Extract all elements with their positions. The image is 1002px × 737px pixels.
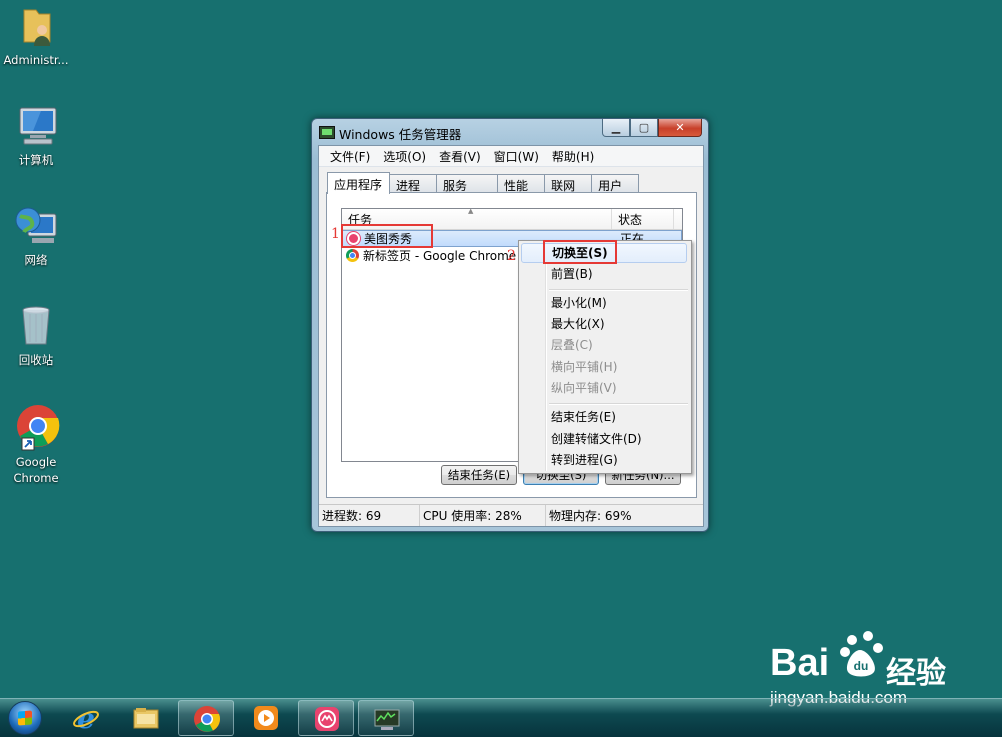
task-manager-icon xyxy=(374,709,400,730)
status-cpu: CPU 使用率: 28% xyxy=(420,505,546,526)
status-memory: 物理内存: 69% xyxy=(549,509,632,523)
desktop-icon-label: 计算机 xyxy=(18,153,54,167)
start-orb-icon xyxy=(8,701,42,735)
highlight-box-switch-to xyxy=(543,240,617,264)
menu-help[interactable]: 帮助(H) xyxy=(546,148,601,165)
task-manager-icon xyxy=(319,126,335,139)
minimize-button[interactable]: ▁ xyxy=(602,119,630,137)
minimize-icon: ▁ xyxy=(611,121,621,134)
menu-item-tile-vertically: 纵向平铺(V) xyxy=(551,381,617,395)
svg-text:e: e xyxy=(77,704,95,732)
menu-item-bring-to-front[interactable]: 前置(B) xyxy=(521,264,687,284)
desktop-icon-label: Google xyxy=(15,455,57,469)
context-menu: 切换至(S) 前置(B) 最小化(M) 最大化(X) 层叠(C) 横向平铺(H)… xyxy=(518,240,692,474)
baidu-brand: Bai xyxy=(770,642,830,684)
taskbar-item-meitu[interactable] xyxy=(298,700,354,736)
maximize-button[interactable]: ▢ xyxy=(630,119,658,137)
desktop-icon-network[interactable]: 网络 xyxy=(0,202,72,268)
tab-applications[interactable]: 应用程序 xyxy=(327,172,391,194)
svg-text:du: du xyxy=(854,659,869,673)
desktop-icon-computer[interactable]: 计算机 xyxy=(0,102,72,168)
close-button[interactable]: ✕ xyxy=(658,119,702,137)
tab-services[interactable]: 服务 xyxy=(436,174,499,193)
highlight-box-task xyxy=(341,224,433,248)
taskbar-item-chrome[interactable] xyxy=(178,700,234,736)
menu-item-minimize[interactable]: 最小化(M) xyxy=(521,293,687,313)
chrome-icon xyxy=(12,404,60,452)
taskbar-item-task-manager[interactable] xyxy=(358,700,414,736)
column-header-status[interactable]: 状态 xyxy=(612,209,674,229)
internet-explorer-icon: e xyxy=(73,704,99,732)
recycle-bin-icon xyxy=(12,302,60,350)
menu-item-tile-horizontally: 横向平铺(H) xyxy=(551,360,618,374)
start-button[interactable] xyxy=(4,699,44,737)
status-bar: 进程数: 69 CPU 使用率: 28% 物理内存: 69% xyxy=(319,504,703,526)
annotation-step-2: 2 xyxy=(507,248,516,264)
annotation-step-1: 1 xyxy=(331,226,340,242)
baidu-watermark: Bai du 经验 jingyan.baidu.com xyxy=(770,628,980,707)
taskbar-item-media[interactable] xyxy=(238,700,294,736)
menu-view[interactable]: 查看(V) xyxy=(433,148,488,165)
taskbar: e xyxy=(0,698,1002,737)
computer-icon xyxy=(12,102,60,150)
tab-processes[interactable]: 进程 xyxy=(389,174,438,193)
desktop-icon-chrome[interactable]: Google Chrome xyxy=(0,404,72,486)
maximize-icon: ▢ xyxy=(638,121,650,134)
baidu-brand-cn: 经验 xyxy=(886,656,946,691)
menu-item-create-dump-file[interactable]: 创建转储文件(D) xyxy=(521,429,687,449)
sort-arrow-icon: ▲ xyxy=(468,207,474,215)
desktop-icon-recycle-bin[interactable]: 回收站 xyxy=(0,302,72,368)
menu-file[interactable]: 文件(F) xyxy=(324,148,377,165)
tab-networking[interactable]: 联网 xyxy=(544,174,593,193)
menu-bar: 文件(F) 选项(O) 查看(V) 窗口(W) 帮助(H) xyxy=(319,146,703,167)
end-task-button[interactable]: 结束任务(E) xyxy=(441,465,517,485)
close-icon: ✕ xyxy=(675,121,685,134)
taskbar-item-explorer[interactable] xyxy=(118,700,174,736)
desktop-icon-label: 网络 xyxy=(24,253,48,267)
menu-item-go-to-process[interactable]: 转到进程(G) xyxy=(521,450,687,470)
baidu-paw-icon: du xyxy=(840,631,883,677)
tab-strip: 应用程序 进程 服务 性能 联网 用户 xyxy=(327,172,640,194)
menu-window[interactable]: 窗口(W) xyxy=(488,148,546,165)
status-processes: 进程数: 69 xyxy=(319,505,420,526)
desktop-icon-label: Chrome xyxy=(13,471,59,485)
chrome-icon xyxy=(194,706,220,732)
menu-separator xyxy=(549,289,688,291)
menu-item-cascade: 层叠(C) xyxy=(551,338,593,352)
tab-users[interactable]: 用户 xyxy=(591,174,640,193)
meitu-icon xyxy=(315,707,339,731)
user-folder-icon xyxy=(12,2,60,50)
window-title: Windows 任务管理器 xyxy=(339,127,462,142)
taskbar-item-ie[interactable]: e xyxy=(58,700,114,736)
menu-options[interactable]: 选项(O) xyxy=(377,148,433,165)
title-bar[interactable]: Windows 任务管理器 ▁ ▢ ✕ xyxy=(312,119,708,145)
chrome-icon xyxy=(346,249,359,262)
desktop-icon-label: Administr... xyxy=(3,53,69,67)
tab-performance[interactable]: 性能 xyxy=(497,174,546,193)
file-explorer-icon xyxy=(133,708,159,729)
menu-item-maximize[interactable]: 最大化(X) xyxy=(521,314,687,334)
desktop-icon-administrator[interactable]: Administr... xyxy=(0,2,72,68)
network-icon xyxy=(12,202,60,250)
menu-separator xyxy=(549,403,688,405)
desktop-icon-label: 回收站 xyxy=(18,353,54,367)
media-player-icon xyxy=(254,706,278,730)
menu-item-end-task[interactable]: 结束任务(E) xyxy=(521,407,687,427)
